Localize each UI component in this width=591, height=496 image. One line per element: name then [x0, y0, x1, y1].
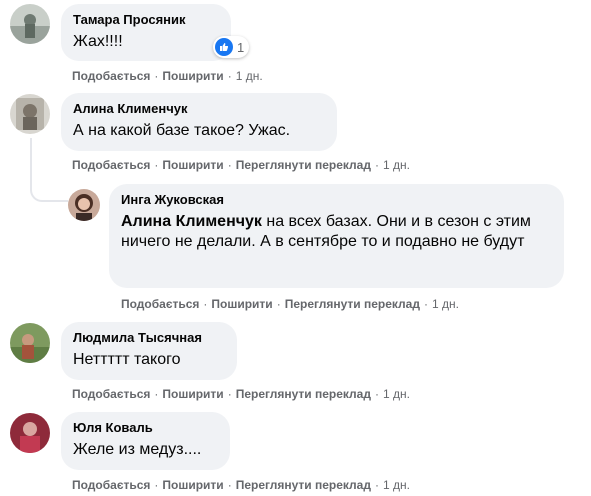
avatar[interactable] — [10, 413, 50, 453]
see-translation-link[interactable]: Переглянути переклад — [236, 478, 371, 492]
comment-author[interactable]: Юля Коваль — [73, 420, 218, 436]
avatar[interactable] — [10, 323, 50, 363]
separator-dot: · — [423, 297, 428, 311]
separator-dot: · — [374, 158, 379, 172]
comment-actions: Подобається · Поширити · Переглянути перекла… — [72, 477, 410, 493]
timestamp[interactable]: 1 дн. — [236, 69, 263, 83]
separator-dot: · — [227, 387, 232, 401]
comment-actions: Подобається · Поширити · Переглянути перекла… — [72, 386, 410, 402]
separator-dot: · — [276, 297, 281, 311]
separator-dot: · — [154, 69, 159, 83]
separator-dot: · — [154, 158, 159, 172]
thread-line — [30, 138, 32, 186]
timestamp[interactable]: 1 дн. — [383, 478, 410, 492]
avatar[interactable] — [10, 4, 50, 44]
comment-actions: Подобається · Поширити · Переглянути перекла… — [121, 296, 459, 312]
see-translation-link[interactable]: Переглянути переклад — [236, 158, 371, 172]
comment-author[interactable]: Тамара Просяник — [73, 12, 219, 28]
comment-bubble: Тамара Просяник Жах!!!! — [61, 4, 231, 61]
reaction-badge[interactable]: 1 — [213, 36, 250, 58]
comment-text: Желе из медуз.... — [73, 441, 202, 458]
share-link[interactable]: Поширити — [162, 69, 223, 83]
thread-curve — [30, 180, 68, 202]
see-translation-link[interactable]: Переглянути переклад — [285, 297, 420, 311]
share-link[interactable]: Поширити — [162, 387, 223, 401]
avatar[interactable] — [68, 189, 100, 221]
like-link[interactable]: Подобається — [72, 158, 150, 172]
separator-dot: · — [227, 478, 232, 492]
comment-bubble: Инга Жуковская Алина Клименчук на всех б… — [109, 184, 564, 288]
like-link[interactable]: Подобається — [72, 387, 150, 401]
comment-text: Алина Клименчук на всех базах. Они и в с… — [121, 212, 552, 252]
comment-actions: Подобається · Поширити · Переглянути перекла… — [72, 157, 410, 173]
share-link[interactable]: Поширити — [162, 478, 223, 492]
like-icon — [215, 38, 233, 56]
like-link[interactable]: Подобається — [121, 297, 199, 311]
separator-dot: · — [154, 387, 159, 401]
separator-dot: · — [203, 297, 208, 311]
avatar[interactable] — [10, 94, 50, 134]
timestamp[interactable]: 1 дн. — [383, 387, 410, 401]
see-translation-link[interactable]: Переглянути переклад — [236, 387, 371, 401]
share-link[interactable]: Поширити — [211, 297, 272, 311]
comment-text: А на какой базе такое? Ужас. — [73, 122, 291, 139]
separator-dot: · — [227, 69, 232, 83]
separator-dot: · — [227, 158, 232, 172]
share-link[interactable]: Поширити — [162, 158, 223, 172]
like-link[interactable]: Подобається — [72, 69, 150, 83]
comment-author[interactable]: Людмила Тысячная — [73, 330, 225, 346]
comment-author[interactable]: Инга Жуковская — [121, 192, 552, 208]
comment-bubble: Алина Клименчук А на какой базе такое? У… — [61, 93, 337, 151]
comment-text: Неттттт такого — [73, 351, 181, 368]
separator-dot: · — [374, 478, 379, 492]
comment-bubble: Юля Коваль Желе из медуз.... — [61, 412, 230, 470]
comment-actions: Подобається · Поширити · 1 дн. — [72, 68, 263, 84]
reaction-count: 1 — [237, 39, 245, 55]
comment-author[interactable]: Алина Клименчук — [73, 101, 325, 117]
separator-dot: · — [374, 387, 379, 401]
comment-bubble: Людмила Тысячная Неттттт такого — [61, 322, 237, 380]
timestamp[interactable]: 1 дн. — [383, 158, 410, 172]
comment-text: Жах!!!! — [73, 33, 123, 50]
separator-dot: · — [154, 478, 159, 492]
mention-link[interactable]: Алина Клименчук — [121, 213, 262, 230]
like-link[interactable]: Подобається — [72, 478, 150, 492]
timestamp[interactable]: 1 дн. — [432, 297, 459, 311]
